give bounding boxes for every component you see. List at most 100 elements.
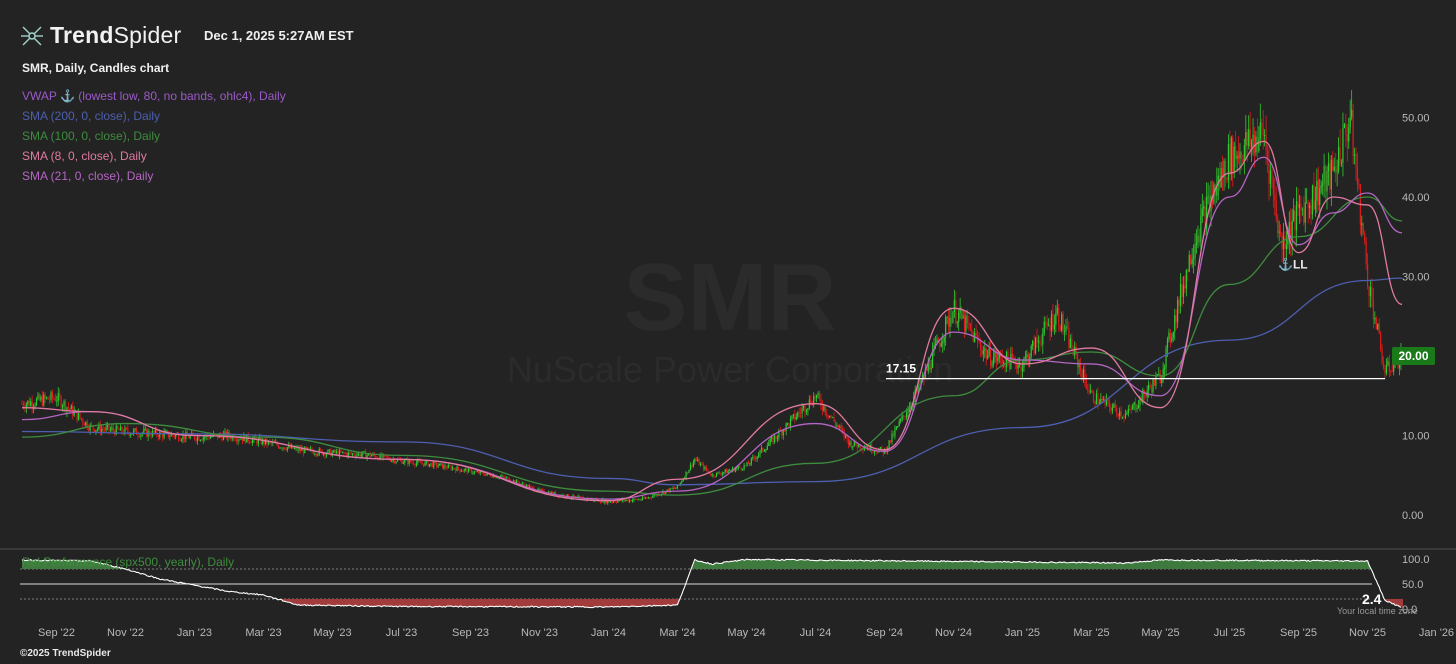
candle-body	[791, 415, 793, 419]
candle-body	[375, 455, 377, 458]
sub-fill-up	[894, 560, 895, 569]
candle-body	[327, 450, 329, 454]
sub-fill-up	[728, 561, 729, 569]
sub-fill-up	[1279, 560, 1280, 569]
candle-body	[60, 397, 62, 408]
candle-body	[630, 499, 632, 502]
candle-body	[715, 472, 718, 477]
candle-body	[333, 450, 335, 453]
sub-fill-down	[406, 599, 407, 607]
candle-body	[436, 462, 438, 467]
sub-fill-up	[801, 560, 802, 569]
sub-fill-down	[547, 599, 548, 607]
sub-fill-down	[619, 599, 620, 607]
candle-body	[1032, 341, 1034, 346]
candle-body	[457, 466, 460, 470]
sub-fill-up	[741, 560, 742, 569]
candle-body	[681, 481, 683, 483]
candle-body	[640, 499, 642, 501]
sub-fill-down	[341, 599, 342, 606]
x-tick-label: Sep '25	[1280, 627, 1317, 639]
candle-body	[144, 428, 146, 430]
candle-body	[79, 413, 81, 418]
sub-fill-up	[791, 559, 792, 569]
sub-fill-up	[1111, 562, 1112, 569]
sub-fill-down	[567, 599, 568, 607]
candle-body	[1177, 299, 1179, 323]
sub-fill-up	[1229, 560, 1230, 569]
sub-fill-up	[1087, 562, 1088, 569]
sub-fill-up	[1269, 560, 1270, 569]
candle-body	[1175, 315, 1177, 323]
candle-body	[1378, 323, 1380, 334]
candle-body	[1137, 405, 1140, 408]
candle-body	[278, 445, 280, 449]
candle-body	[347, 452, 349, 457]
sub-fill-down	[375, 599, 376, 607]
candle-body	[43, 394, 45, 406]
candle-body	[349, 452, 351, 454]
candle-body	[794, 414, 796, 420]
sub-fill-up	[1283, 560, 1284, 569]
candle-body	[466, 468, 468, 473]
sub-fill-up	[818, 560, 819, 569]
sub-fill-up	[806, 560, 807, 569]
sub-fill-up	[1254, 560, 1255, 569]
sub-fill-up	[1143, 561, 1144, 569]
candle-body	[952, 312, 954, 324]
candle-body	[307, 447, 309, 449]
sub-fill-up	[829, 560, 830, 569]
sub-fill-up	[1149, 561, 1150, 569]
sub-fill-up	[984, 561, 985, 569]
sub-fill-up	[840, 560, 841, 569]
sub-fill-up	[792, 559, 793, 569]
sub-fill-up	[855, 560, 856, 569]
candle-body	[1374, 317, 1376, 320]
candle-body	[1259, 122, 1261, 139]
sub-fill-down	[584, 599, 585, 607]
candle-body	[402, 462, 404, 464]
sub-fill-down	[342, 599, 343, 606]
candle-body	[997, 357, 999, 361]
sub-fill-up	[957, 561, 958, 569]
sub-fill-down	[513, 599, 514, 607]
sub-fill-down	[510, 599, 511, 607]
sub-fill-down	[569, 599, 570, 607]
sub-fill-down	[293, 599, 294, 604]
sub-fill-down	[336, 599, 337, 606]
sub-fill-up	[1101, 562, 1102, 569]
sub-fill-down	[664, 599, 665, 606]
sub-fill-up	[1155, 560, 1156, 569]
sub-fill-up	[1356, 560, 1357, 569]
sub-fill-up	[1226, 560, 1227, 569]
sub-fill-up	[1032, 562, 1033, 569]
candle-body	[985, 348, 987, 359]
sub-fill-up	[938, 561, 939, 569]
sub-fill-up	[952, 561, 953, 569]
sub-fill-up	[1127, 562, 1128, 569]
sub-fill-up	[925, 561, 926, 569]
candle-body	[56, 400, 58, 402]
candle-body	[540, 489, 542, 491]
sub-fill-up	[1106, 562, 1107, 569]
candle-body	[958, 312, 960, 323]
candle-body	[1116, 407, 1118, 414]
candle-body	[1230, 137, 1232, 175]
sub-fill-down	[649, 599, 650, 606]
candle-body	[1326, 171, 1328, 192]
sub-fill-up	[1023, 562, 1024, 569]
candle-body	[772, 436, 774, 443]
sub-fill-up	[1167, 560, 1168, 569]
candle-body	[830, 415, 832, 418]
sub-fill-down	[544, 599, 545, 607]
sub-fill-up	[1103, 562, 1104, 569]
sub-fill-down	[443, 599, 444, 607]
price-chart[interactable]: SMRNuScale Power Corporation0.0010.0020.…	[0, 0, 1456, 664]
candle-body	[1121, 416, 1124, 418]
sub-fill-down	[460, 599, 461, 607]
sub-fill-up	[1154, 560, 1155, 569]
sub-fill-up	[1192, 560, 1193, 569]
sub-fill-up	[804, 560, 805, 569]
sub-fill-up	[1347, 560, 1348, 569]
candle-body	[46, 397, 48, 399]
